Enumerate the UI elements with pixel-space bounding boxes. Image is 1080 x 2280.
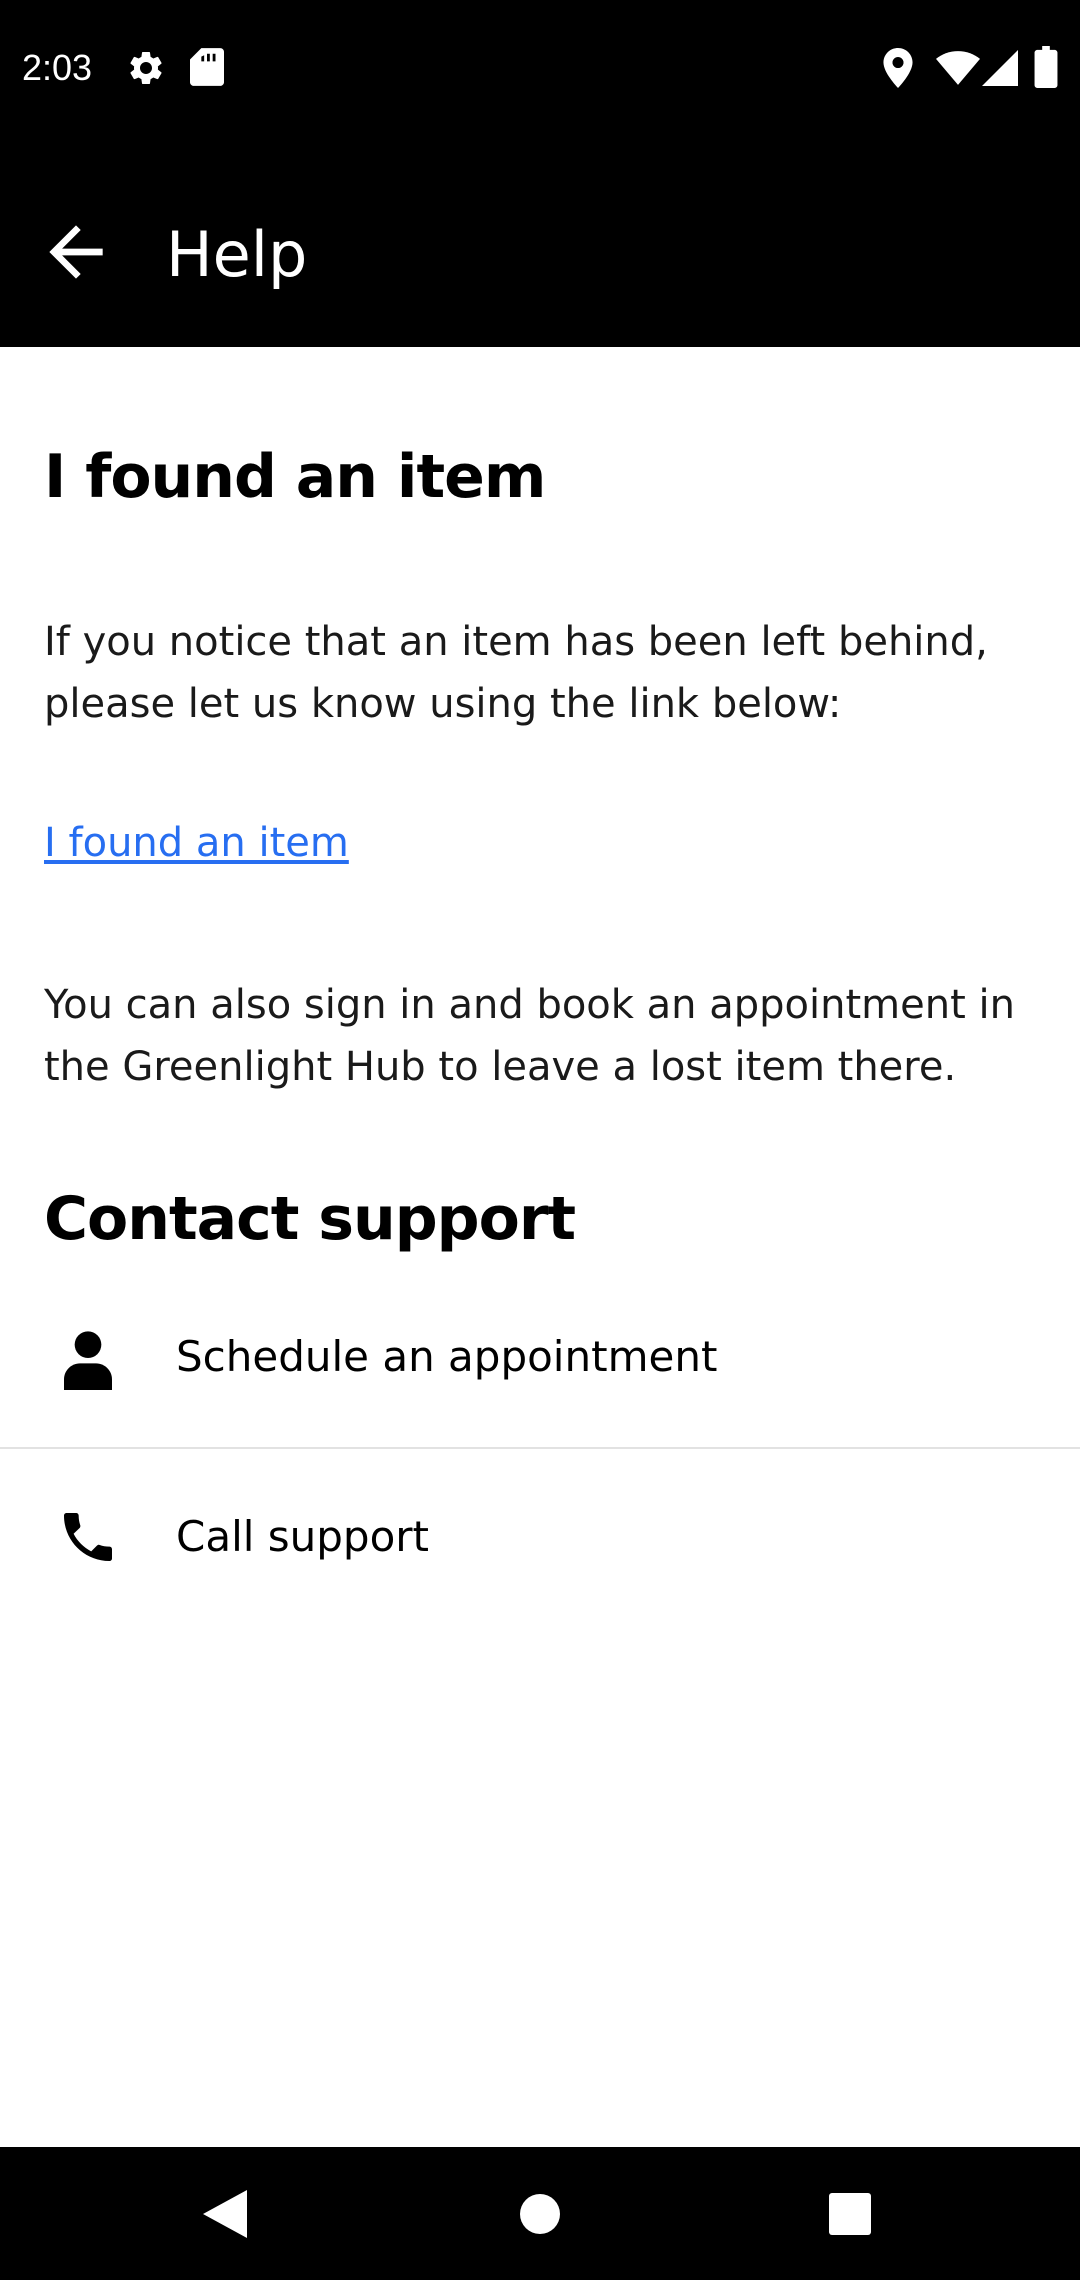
page-title: Help	[166, 218, 308, 291]
nav-recents-icon	[829, 2192, 871, 2235]
call-support-item[interactable]: Call support	[0, 1449, 1080, 1627]
location-icon	[883, 48, 913, 88]
nav-home-button[interactable]	[450, 2147, 630, 2280]
article-heading: I found an item	[44, 442, 546, 512]
wifi-icon	[936, 51, 980, 85]
call-support-label: Call support	[176, 1512, 430, 1561]
status-time: 2:03	[22, 47, 93, 88]
app-bar: Help	[0, 136, 1080, 347]
settings-icon	[130, 51, 162, 84]
article-paragraph-intro: If you notice that an item has been left…	[44, 619, 988, 727]
nav-back-icon	[203, 2189, 247, 2238]
back-button[interactable]	[36, 212, 116, 292]
battery-icon	[1034, 46, 1058, 88]
sd-card-icon	[190, 48, 224, 86]
schedule-appointment-item[interactable]: Schedule an appointment	[0, 1265, 1080, 1443]
system-navigation-bar	[0, 2147, 1080, 2280]
article-paragraph-hub: You can also sign in and book an appoint…	[44, 982, 1015, 1090]
phone-icon	[64, 1513, 112, 1561]
nav-recents-button[interactable]	[760, 2147, 940, 2280]
arrow-left-icon	[49, 225, 103, 279]
status-bar: 2:03	[0, 0, 1080, 136]
contact-support-heading: Contact support	[44, 1184, 576, 1254]
schedule-appointment-label: Schedule an appointment	[176, 1332, 718, 1381]
found-item-link[interactable]: I found an item	[44, 816, 349, 870]
signal-icon	[982, 50, 1018, 86]
person-icon	[64, 1331, 112, 1390]
nav-home-icon	[520, 2193, 560, 2234]
nav-back-button[interactable]	[135, 2147, 315, 2280]
